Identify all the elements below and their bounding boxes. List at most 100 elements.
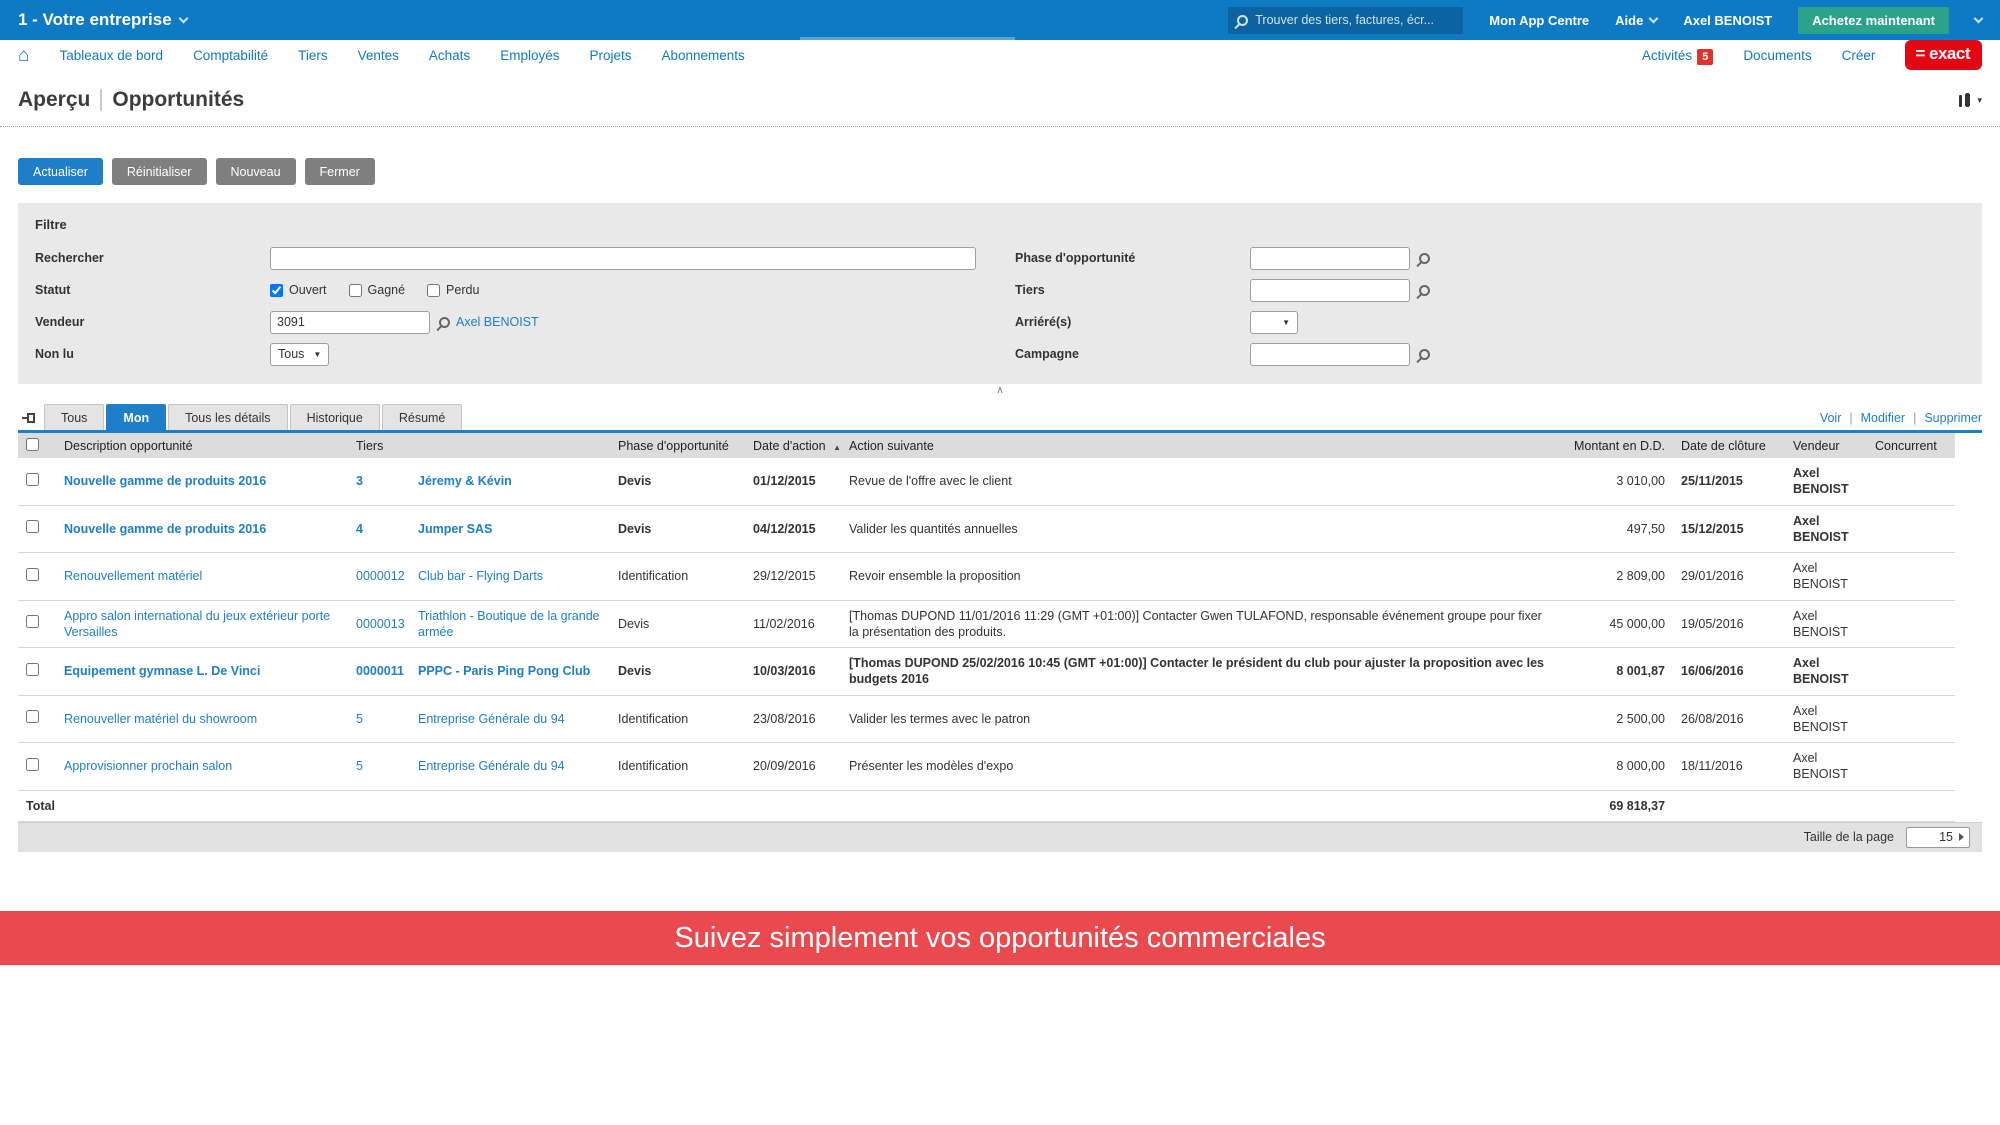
next-page-icon[interactable] [1959,833,1964,842]
filter-collapse-button[interactable]: ∧ [0,384,2000,400]
header-montant[interactable]: Montant en D.D. [1561,433,1674,458]
select-all-checkbox[interactable] [26,437,39,451]
tab-tous-les-détails[interactable]: Tous les détails [168,404,288,430]
nav-item-activites[interactable]: Activités 5 [1642,48,1714,65]
header-tiers[interactable]: Tiers [348,433,611,458]
pin-button[interactable] [18,405,44,430]
vendeur-link[interactable]: Axel BENOIST [456,315,539,329]
arriere-select[interactable]: ▼ [1250,310,1298,334]
non-lu-select[interactable]: Tous ▼ [270,342,330,366]
table-row[interactable]: Renouvellement matériel 0000012 Club bar… [18,552,1956,601]
opportunity-link[interactable]: Renouveller matériel du showroom [64,712,257,726]
opportunity-link[interactable]: Approvisionner prochain salon [64,759,232,773]
table-row[interactable]: Nouvelle gamme de produits 2016 4 Jumper… [18,505,1956,553]
tiers-number-link[interactable]: 4 [356,522,363,536]
search-input[interactable] [270,246,976,270]
statut-checkbox[interactable]: Perdu [427,283,479,297]
tab-mon[interactable]: Mon [106,404,167,430]
close-button[interactable]: Fermer [304,158,375,185]
header-phase[interactable]: Phase d'opportunité [610,433,746,458]
row-checkbox[interactable] [26,520,39,534]
header-vendeur[interactable]: Vendeur [1785,433,1868,458]
header-concurrent[interactable]: Concurrent [1867,433,1956,458]
company-selector[interactable]: 1 - Votre entreprise [18,10,189,30]
filter-panel: Filtre Rechercher Statut Ouvert Gagné Pe… [18,203,1982,384]
tiers-number-link[interactable]: 0000011 [356,664,404,678]
nav-item-documents[interactable]: Documents [1743,48,1811,63]
home-icon[interactable]: ⌂ [18,46,29,65]
table-row[interactable]: Equipement gymnase L. De Vinci 0000011 P… [18,647,1956,696]
phase-lookup-button[interactable] [1419,252,1430,264]
tab-tous[interactable]: Tous [44,404,105,430]
row-checkbox[interactable] [26,757,39,771]
refresh-button[interactable]: Actualiser [18,158,103,185]
buy-now-button[interactable]: Achetez maintenant [1798,6,1949,34]
nav-item-employes[interactable]: Employés [500,48,559,63]
row-checkbox[interactable] [26,472,39,486]
user-menu[interactable]: Axel BENOIST [1683,13,1772,28]
opportunity-link[interactable]: Nouvelle gamme de produits 2016 [64,522,266,536]
tiers-number-link[interactable]: 0000013 [356,617,405,631]
tiers-number-link[interactable]: 0000012 [356,569,405,583]
chevron-down-icon[interactable] [1973,13,1984,23]
tiers-name-link[interactable]: Club bar - Flying Darts [418,569,543,583]
nav-item-comptabilite[interactable]: Comptabilité [193,48,268,63]
opportunity-link[interactable]: Nouvelle gamme de produits 2016 [64,474,266,488]
header-date-cloture[interactable]: Date de clôture [1673,433,1786,458]
vendeur-input[interactable] [270,310,430,334]
tiers-input[interactable] [1250,278,1410,302]
campagne-input[interactable] [1250,342,1410,366]
table-row[interactable]: Renouveller matériel du showroom 5 Entre… [18,695,1956,743]
nav-item-abonnements[interactable]: Abonnements [662,48,745,63]
tiers-number-link[interactable]: 5 [356,712,363,726]
tiers-name-link[interactable]: Entreprise Générale du 94 [418,712,565,726]
row-checkbox[interactable] [26,567,39,581]
tiers-lookup-button[interactable] [1419,284,1430,296]
exact-logo[interactable]: = exact [1905,40,1982,70]
table-row[interactable]: Approvisionner prochain salon 5 Entrepri… [18,742,1956,791]
opportunity-link[interactable]: Renouvellement matériel [64,569,202,583]
tiers-number-link[interactable]: 3 [356,474,363,488]
view-link[interactable]: Voir [1820,411,1842,425]
phase-input[interactable] [1250,246,1410,270]
header-description[interactable]: Description opportunité [56,433,348,458]
tiers-name-link[interactable]: PPPC - Paris Ping Pong Club [418,664,590,678]
nav-item-achats[interactable]: Achats [429,48,470,63]
header-date-action[interactable]: Date d'action ▲ [745,433,842,458]
reset-button[interactable]: Réinitialiser [111,158,207,185]
tab-résumé[interactable]: Résumé [381,404,463,430]
nav-item-tiers[interactable]: Tiers [298,48,328,63]
row-checkbox[interactable] [26,710,39,724]
page-size-input[interactable]: 15 [1906,826,1970,848]
tiers-name-link[interactable]: Entreprise Générale du 94 [418,759,565,773]
help-menu[interactable]: Aide [1615,13,1659,28]
tiers-name-link[interactable]: Triathlon - Boutique de la grande armée [418,609,600,639]
global-search-input[interactable] [1255,13,1455,27]
new-button[interactable]: Nouveau [215,158,296,185]
tiers-number-link[interactable]: 5 [356,759,363,773]
statut-checkbox[interactable]: Gagné [348,283,405,297]
toolbar: Actualiser Réinitialiser Nouveau Fermer [0,127,2000,185]
row-checkbox[interactable] [26,615,39,629]
header-action-suivante[interactable]: Action suivante [841,433,1562,458]
tiers-name-link[interactable]: Jéremy & Kévin [418,474,512,488]
tiers-name-link[interactable]: Jumper SAS [418,522,492,536]
nav-item-projets[interactable]: Projets [589,48,631,63]
row-checkbox[interactable] [26,662,39,676]
opportunity-link[interactable]: Equipement gymnase L. De Vinci [64,664,260,678]
statut-checkbox[interactable]: Ouvert [270,283,327,297]
table-row[interactable]: Appro salon international du jeux extéri… [18,600,1956,648]
table-row[interactable]: Nouvelle gamme de produits 2016 3 Jéremy… [18,458,1956,506]
vendeur-lookup-button[interactable] [439,316,450,328]
nav-item-ventes[interactable]: Ventes [358,48,399,63]
opportunity-link[interactable]: Appro salon international du jeux extéri… [64,609,330,639]
global-search[interactable] [1228,6,1464,34]
tab-historique[interactable]: Historique [289,404,380,430]
app-centre-link[interactable]: Mon App Centre [1489,13,1589,28]
campagne-lookup-button[interactable] [1419,348,1430,360]
delete-link[interactable]: Supprimer [1924,411,1982,425]
nav-item-tableaux-de-bord[interactable]: Tableaux de bord [59,48,163,63]
customize-menu[interactable]: ▾ [1957,92,1982,108]
edit-link[interactable]: Modifier [1861,411,1905,425]
nav-item-creer[interactable]: Créer [1842,48,1876,63]
